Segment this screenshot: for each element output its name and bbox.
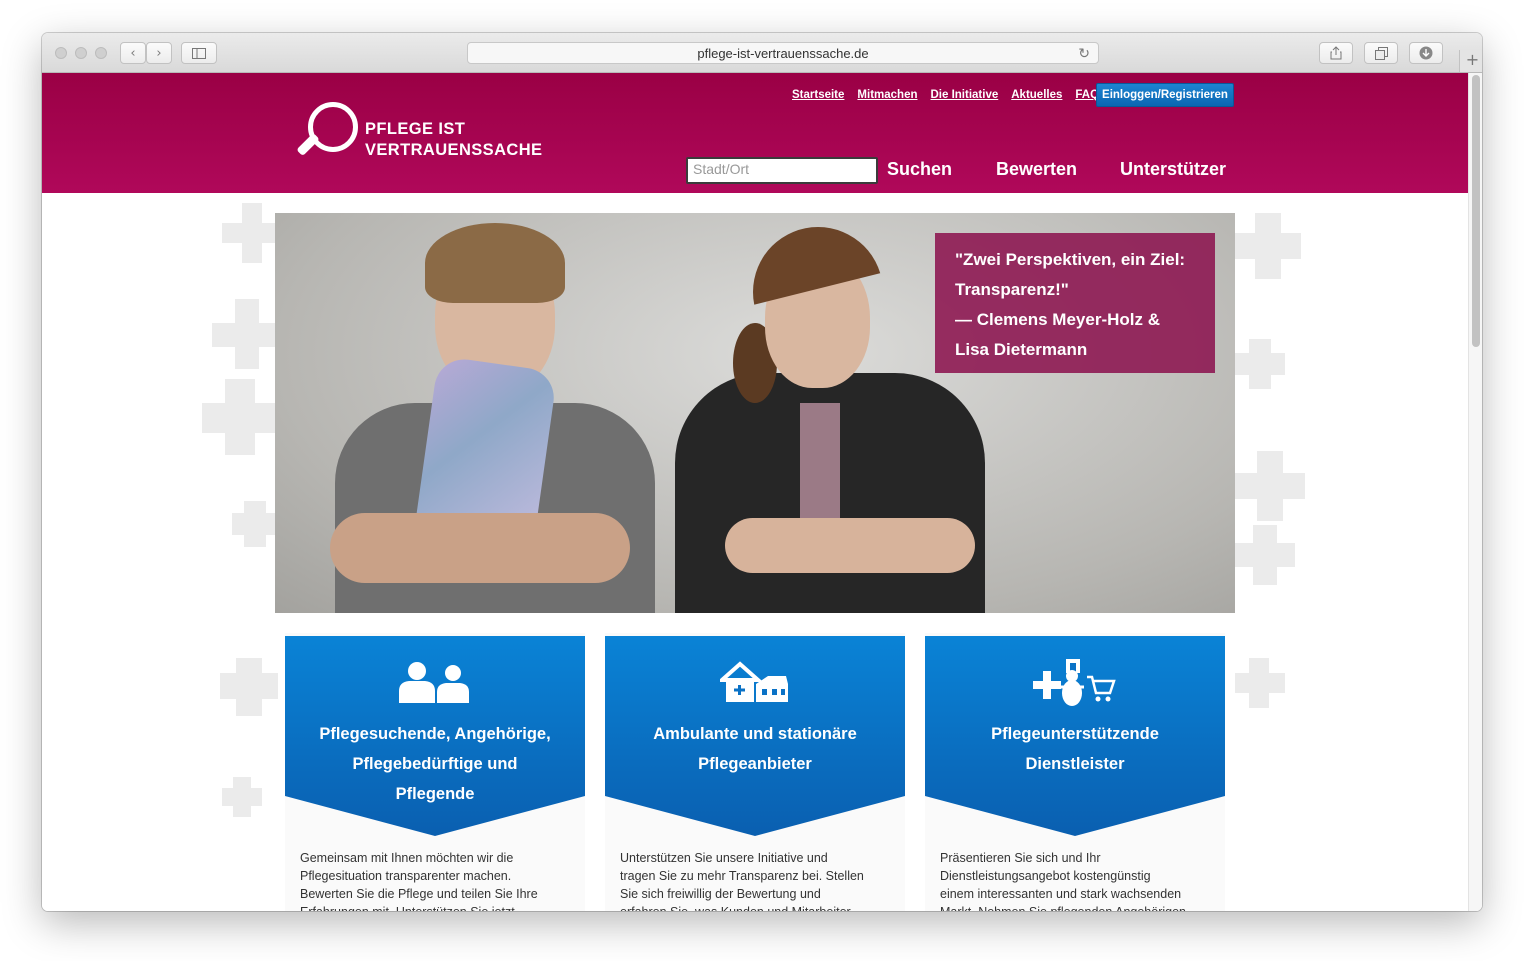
hero-image: "Zwei Perspektiven, ein Ziel: Transparen…	[275, 213, 1235, 613]
card-title-line: Pflegeunterstützende	[991, 725, 1159, 743]
service-providers-icon	[1033, 659, 1116, 706]
chevron-left-icon: ‹	[130, 45, 136, 61]
tabs-overview-button[interactable]	[1364, 42, 1398, 64]
page-viewport: PFLEGE IST VERTRAUENSSACHE Startseite Mi…	[42, 73, 1482, 911]
sidebar-icon	[192, 47, 206, 59]
hero-quote-box: "Zwei Perspektiven, ein Ziel: Transparen…	[935, 233, 1215, 373]
scrollbar-thumb[interactable]	[1472, 75, 1480, 347]
quote-line-3: — Clemens Meyer-Holz &	[955, 310, 1160, 329]
nav-link-die-initiative[interactable]: Die Initiative	[931, 89, 999, 101]
share-icon	[1330, 46, 1342, 60]
card-description: Gemeinsam mit Ihnen möchten wir die Pfle…	[300, 849, 568, 911]
chevron-right-icon: ›	[156, 45, 162, 61]
back-button[interactable]: ‹	[120, 42, 146, 64]
card-title: Pflegeunterstützende Dienstleister	[925, 719, 1225, 779]
nursing-home-icon	[720, 661, 788, 702]
forward-button[interactable]: ›	[146, 42, 172, 64]
top-navigation: Startseite Mitmachen Die Initiative Aktu…	[792, 89, 1099, 101]
quote-line-4: Lisa Dietermann	[955, 340, 1088, 359]
tabs-icon	[1374, 46, 1388, 60]
card-title-line: Pflegebedürftige und	[352, 755, 518, 773]
main-nav-bewerten[interactable]: Bewerten	[996, 159, 1077, 180]
card-text-line: tragen Sie zu mehr Transparenz bei. Stel…	[620, 869, 864, 883]
magnifier-icon	[308, 102, 358, 152]
new-tab-button[interactable]: +	[1459, 50, 1482, 72]
quote-line-2: Transparenz!"	[955, 280, 1069, 299]
plus-icon: +	[1465, 50, 1480, 69]
browser-toolbar: ‹ › pflege-ist-vertrauenssache.de ↻ +	[42, 33, 1482, 73]
card-title: Pflegesuchende, Angehörige, Pflegebedürf…	[285, 719, 585, 809]
quote-line-1: "Zwei Perspektiven, ein Ziel:	[955, 250, 1186, 269]
nav-link-startseite[interactable]: Startseite	[792, 89, 844, 101]
card-text-line: Dienstleistungsangebot kostengünstig	[940, 869, 1151, 883]
card-description: Unterstützen Sie unsere Initiative und t…	[620, 849, 888, 911]
url-text: pflege-ist-vertrauenssache.de	[697, 45, 869, 61]
vertical-scrollbar[interactable]	[1468, 73, 1482, 911]
downloads-button[interactable]	[1409, 42, 1443, 64]
card-text-line: Markt. Nehmen Sie pflegenden Angehörigen	[940, 903, 1208, 911]
logo-line-2: VERTRAUENSSACHE	[365, 141, 543, 159]
reload-icon[interactable]: ↻	[1078, 45, 1090, 62]
logo-line-1: PFLEGE IST	[365, 120, 466, 138]
card-text-line: Sie sich freiwillig der Bewertung und	[620, 887, 821, 901]
sidebar-button[interactable]	[181, 42, 217, 64]
card-text-line: erfahren Sie, was Kunden und Mitarbeiter	[620, 903, 888, 911]
card-text-line: Erfahrungen mit. Unterstützen Sie jetzt	[300, 903, 568, 911]
zoom-window-button[interactable]	[95, 47, 107, 59]
city-search-input[interactable]: Stadt/Ort	[686, 157, 878, 184]
card-text-line: Gemeinsam mit Ihnen möchten wir die	[300, 851, 514, 865]
site-header: PFLEGE IST VERTRAUENSSACHE Startseite Mi…	[42, 73, 1468, 193]
card-text-line: Unterstützen Sie unsere Initiative und	[620, 851, 828, 865]
card-text-line: einem interessanten und stark wachsenden	[940, 887, 1182, 901]
share-button[interactable]	[1319, 42, 1353, 64]
card-title: Ambulante und stationäre Pflegeanbieter	[605, 719, 905, 779]
nav-link-aktuelles[interactable]: Aktuelles	[1011, 89, 1062, 101]
close-window-button[interactable]	[55, 47, 67, 59]
minimize-window-button[interactable]	[75, 47, 87, 59]
card-text-line: Pflegesituation transparenter machen.	[300, 869, 512, 883]
card-text-line: Präsentieren Sie sich und Ihr	[940, 851, 1101, 865]
card-title-line: Pflegesuchende, Angehörige,	[319, 725, 551, 743]
card-description: Präsentieren Sie sich und Ihr Dienstleis…	[940, 849, 1208, 911]
card-title-line: Pflegeanbieter	[698, 755, 812, 773]
people-icon	[399, 662, 469, 703]
card-title-line: Pflegende	[395, 785, 475, 803]
card-title-line: Dienstleister	[1025, 755, 1125, 773]
main-nav-suchen[interactable]: Suchen	[887, 159, 952, 180]
card-title-line: Ambulante und stationäre	[653, 725, 857, 743]
login-register-button[interactable]: Einloggen/Registrieren	[1096, 83, 1234, 107]
card-text-line: Bewerten Sie die Pflege und teilen Sie I…	[300, 887, 538, 901]
nav-link-mitmachen[interactable]: Mitmachen	[857, 89, 917, 101]
address-bar[interactable]: pflege-ist-vertrauenssache.de ↻	[467, 42, 1099, 64]
main-nav-unterstuetzer[interactable]: Unterstützer	[1120, 159, 1226, 180]
download-icon	[1419, 46, 1433, 60]
browser-window: ‹ › pflege-ist-vertrauenssache.de ↻ + PF…	[42, 33, 1482, 911]
